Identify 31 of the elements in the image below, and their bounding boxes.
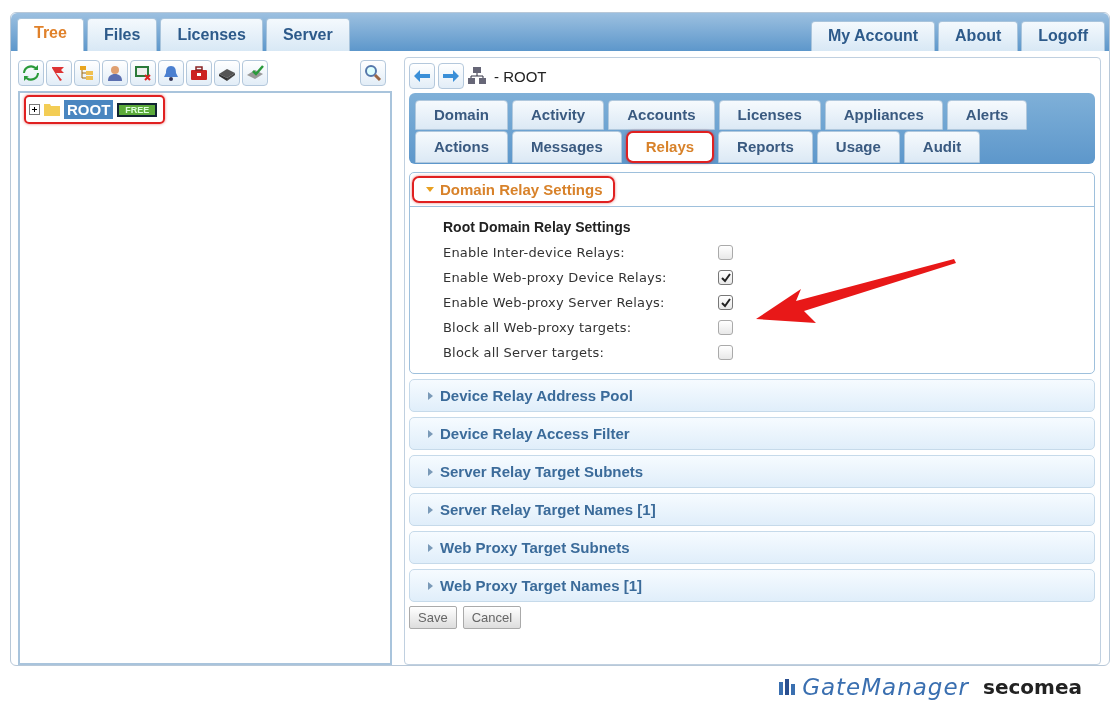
account-button[interactable]: Logoff: [1021, 21, 1105, 51]
option-label: Enable Web-proxy Server Relays:: [443, 295, 666, 310]
detail-tab[interactable]: Reports: [718, 131, 813, 163]
tree-node[interactable]: ROOT FREE: [24, 95, 166, 124]
account-button[interactable]: My Account: [810, 21, 936, 51]
detail-tab[interactable]: Appliances: [824, 100, 943, 130]
tree-label[interactable]: ROOT: [64, 100, 114, 119]
option-label: Block all Web-proxy targets:: [443, 320, 633, 335]
breadcrumb: - ROOT: [494, 67, 547, 85]
product-name: GateManager: [802, 674, 970, 700]
form-button[interactable]: Save: [409, 606, 457, 629]
brand-name: secomea: [983, 675, 1082, 699]
license-badge: FREE: [117, 102, 158, 117]
detail-tab[interactable]: Actions: [415, 131, 508, 163]
detail-tab[interactable]: Activity: [512, 100, 605, 130]
option-label: Block all Server targets:: [443, 345, 606, 360]
option-label: Enable Web-proxy Device Relays:: [443, 270, 668, 285]
main-tab[interactable]: Files: [86, 18, 158, 51]
detail-tab[interactable]: Usage: [816, 131, 900, 163]
detail-tab[interactable]: Messages: [512, 131, 622, 163]
detail-tab[interactable]: Licenses: [718, 100, 821, 130]
account-button[interactable]: About: [938, 21, 1019, 51]
detail-tab[interactable]: Domain: [415, 100, 508, 130]
detail-tab[interactable]: Alerts: [946, 100, 1028, 130]
option-label: Enable Inter-device Relays:: [443, 245, 626, 260]
detail-tab[interactable]: Accounts: [608, 100, 715, 130]
settings-heading: Root Domain Relay Settings: [443, 219, 632, 235]
detail-tab[interactable]: Audit: [903, 131, 981, 163]
main-tab[interactable]: Licenses: [160, 18, 263, 51]
main-tab[interactable]: Server: [265, 18, 350, 51]
form-button[interactable]: Cancel: [462, 606, 522, 629]
